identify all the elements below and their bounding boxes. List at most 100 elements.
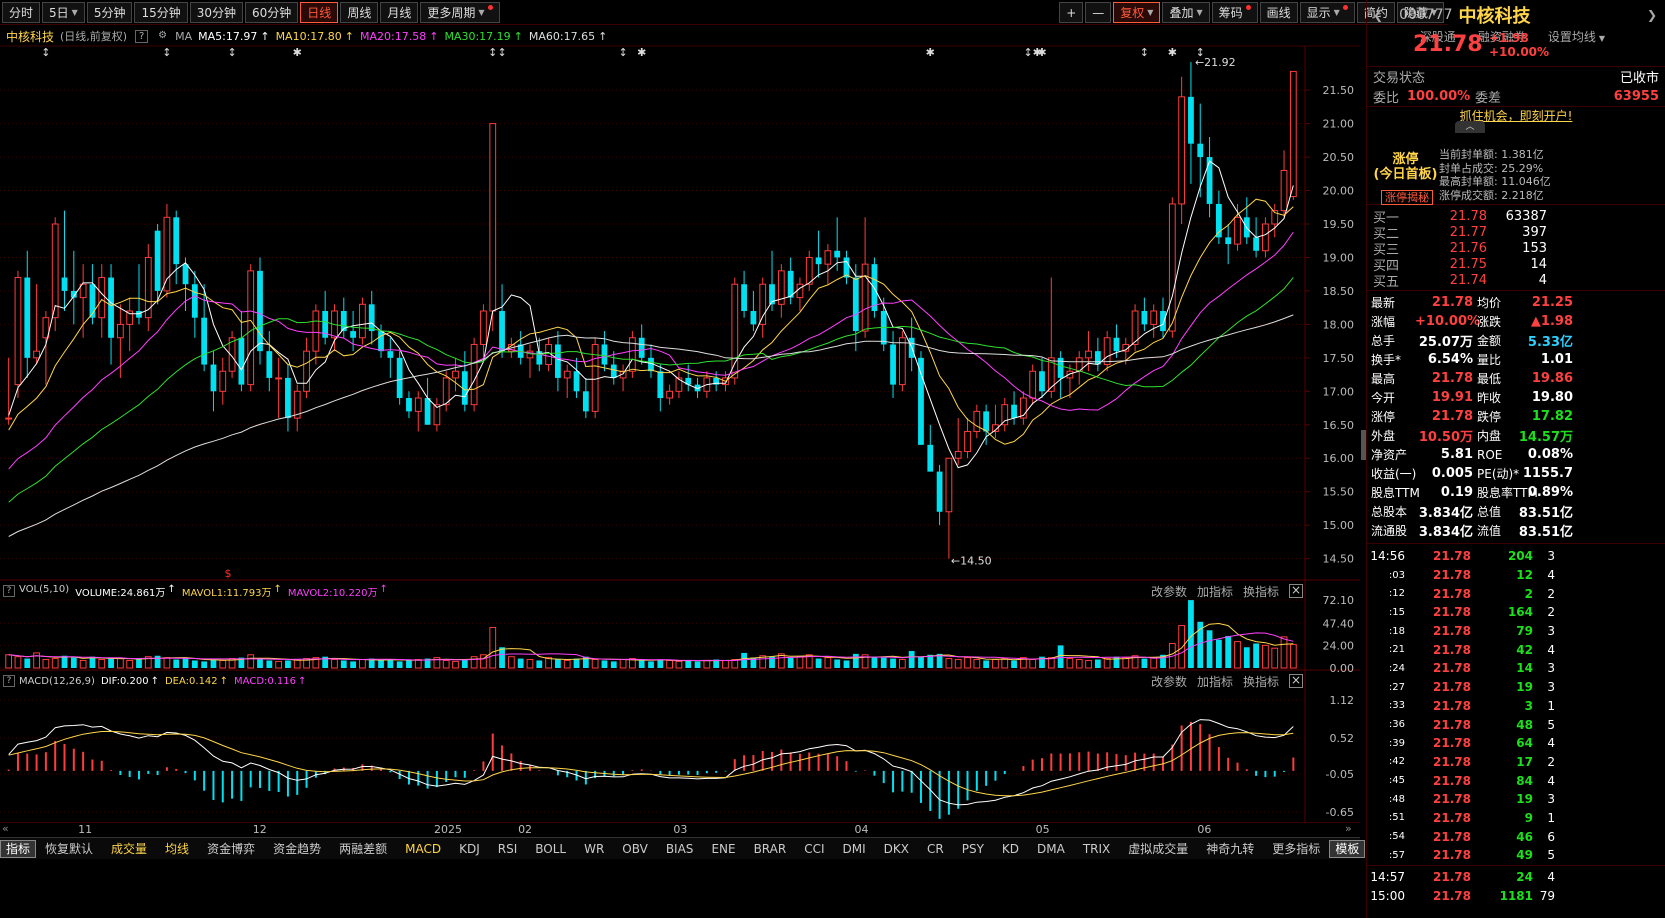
prev-stock-icon[interactable]: ❮ (1373, 8, 1383, 22)
indicator-value: DEA:0.142 (164, 675, 218, 687)
volume-bar (98, 659, 106, 669)
panel-action[interactable]: 加指标 (1197, 673, 1233, 690)
panel-action[interactable]: 换指标 (1243, 673, 1279, 690)
collapse-row: ︿ (1367, 121, 1665, 134)
candle-body (1206, 157, 1213, 204)
volume-bar (675, 660, 683, 669)
wc-value: 63955 (1613, 88, 1659, 104)
kline-chart[interactable]: ↕ ↕ ↕ ✱ ↕ ↕ ↕ ✱ ✱ ↕✱✱ ↕ ✱ ↕ 21.5021.0020.5020.0019.5… (0, 0, 1360, 822)
tick-price: 21.78 (1433, 829, 1471, 844)
candle-body (136, 311, 142, 318)
stat-value: ▲1.98 (1530, 314, 1573, 329)
volume-bar (1234, 641, 1241, 669)
candle-body (51, 223, 59, 319)
x-tick-label: 12 (252, 823, 267, 836)
panel-action[interactable]: 加指标 (1197, 583, 1233, 600)
indicator-tab[interactable]: CCI (795, 838, 833, 860)
indicator-tab[interactable]: PSY (953, 838, 993, 860)
tick-volume: 64 (1516, 736, 1533, 751)
indicator-tab[interactable]: 恢复默认 (36, 838, 102, 860)
indicator-tab[interactable]: TRIX (1074, 838, 1119, 860)
volume-bar (331, 659, 338, 669)
high-annotation: ←21.92 (1195, 56, 1236, 69)
candle-body (191, 284, 198, 318)
volume-bar (1001, 658, 1009, 669)
indicator-tab[interactable]: BIAS (657, 838, 703, 860)
indicator-tab[interactable]: MACD (396, 838, 450, 860)
indicator-tab[interactable]: KD (993, 838, 1028, 860)
close-icon[interactable]: × (1289, 584, 1303, 598)
tick-volume: 204 (1507, 549, 1533, 564)
scroll-right-icon[interactable]: » (1345, 822, 1352, 835)
close-icon[interactable]: × (1289, 674, 1303, 688)
bid-row: 买一 21.78 63387 (1367, 207, 1665, 226)
candle-body (666, 390, 674, 399)
stat-value: 19.86 (1531, 371, 1573, 386)
candle-body (815, 257, 822, 265)
help-icon[interactable]: ? (3, 675, 15, 687)
help-icon[interactable]: ? (3, 585, 15, 597)
indicator-tab[interactable]: DMA (1028, 838, 1074, 860)
indicator-tab[interactable]: BRAR (745, 838, 796, 860)
candle-body (1039, 371, 1045, 392)
volume-bar (266, 660, 273, 668)
indicator-tab[interactable]: 均线 (156, 838, 198, 860)
panel-action[interactable]: 改参数 (1151, 673, 1187, 690)
arrow-up-icon: ↑ (150, 675, 159, 687)
tick-count: 2 (1547, 586, 1555, 601)
indicator-tab[interactable]: 两融差额 (330, 838, 396, 860)
indicator-tab[interactable]: 成交量 (102, 838, 156, 860)
volume-bar (136, 659, 142, 668)
collapse-up-icon[interactable]: ︿ (1455, 121, 1485, 133)
indicator-tab[interactable]: 虚拟成交量 (1119, 838, 1197, 860)
indicator-tab[interactable]: 资金趋势 (264, 838, 330, 860)
bid-row: 买四 21.75 14 (1367, 255, 1665, 274)
scroll-left-icon[interactable]: « (2, 822, 9, 835)
indicator-tab[interactable]: DKX (875, 838, 918, 860)
ma30-line (8, 277, 1294, 503)
indicator-tab[interactable]: DMI (834, 838, 875, 860)
change-amount: +1.98 (1489, 31, 1529, 45)
price-block: 21.78 +1.98 +10.00% (1367, 30, 1665, 66)
bid-row: 买二 21.77 397 (1367, 223, 1665, 242)
bid-volume: 4 (1538, 273, 1547, 288)
candle-body (1225, 237, 1232, 245)
tick-price: 21.78 (1433, 680, 1471, 695)
indicator-tab[interactable]: 神奇九转 (1197, 838, 1263, 860)
indicator-value: MACD(12,26,9) (19, 675, 95, 687)
tick-row: :57 21.78 49 5 (1367, 846, 1665, 865)
panel-action[interactable]: 改参数 (1151, 583, 1187, 600)
indicator-tab[interactable]: ENE (702, 838, 744, 860)
tick-volume: 14 (1516, 661, 1533, 676)
candle-body (480, 310, 487, 345)
next-stock-icon[interactable]: ❯ (1647, 8, 1657, 22)
tick-count: 5 (1547, 717, 1555, 732)
panel-action[interactable]: 换指标 (1243, 583, 1279, 600)
quote-stat-row: 最高 21.78 最低 19.86 (1367, 369, 1665, 388)
indicator-tab[interactable]: 更多指标 (1263, 838, 1329, 860)
volume-bar (722, 659, 729, 669)
tick-row: :45 21.78 84 4 (1367, 771, 1665, 790)
tick-count: 3 (1547, 792, 1555, 807)
indicator-tab[interactable]: WR (575, 838, 613, 860)
volume-bar (210, 659, 217, 668)
indicator-tab[interactable]: 指标 (0, 839, 37, 858)
stat-value: 3.834亿 (1418, 506, 1473, 521)
candle-body (219, 370, 227, 392)
indicator-tab[interactable]: RSI (489, 838, 527, 860)
stat-label: 流值 (1477, 524, 1502, 538)
volume-bar (1253, 643, 1259, 668)
indicator-tab[interactable]: 资金博弈 (198, 838, 264, 860)
indicator-tab[interactable]: BOLL (526, 838, 575, 860)
price-tick-label: 17.00 (1323, 385, 1355, 398)
indicator-tab[interactable]: CR (918, 838, 953, 860)
tick-time: :42 (1388, 756, 1405, 768)
volume-bar (359, 659, 366, 669)
volume-bar (880, 657, 887, 668)
event-marker-icon: ↕ (1140, 46, 1149, 59)
indicator-tab[interactable]: 模板 (1329, 839, 1366, 858)
x-tick-label: 02 (518, 823, 533, 836)
limit-up-reveal-button[interactable]: 涨停揭秘 (1381, 190, 1433, 205)
indicator-tab[interactable]: KDJ (450, 838, 489, 860)
indicator-tab[interactable]: OBV (613, 838, 657, 860)
